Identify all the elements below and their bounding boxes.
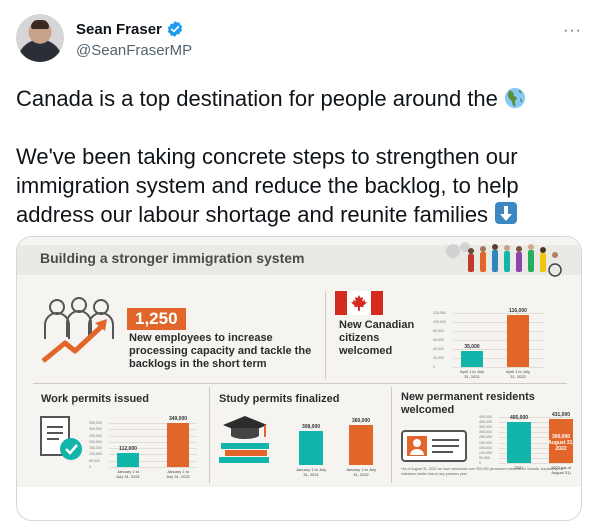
bar [461, 351, 483, 367]
grid-line [453, 331, 543, 332]
grid-line [499, 463, 571, 464]
divider [209, 387, 210, 483]
infographic[interactable]: Building a stronger immigration system 1… [17, 237, 581, 487]
data-label: 360,000 [351, 418, 371, 425]
author-handle[interactable]: @SeanFraserMP [76, 42, 192, 59]
y-tick-label: 400,000 [479, 420, 492, 425]
media-card[interactable]: Building a stronger immigration system 1… [16, 236, 582, 521]
grid-line [453, 367, 543, 368]
y-tick-label: 350,000 [479, 425, 492, 430]
y-tick-label: 450,000 [479, 415, 492, 419]
id-card-icon [401, 430, 467, 462]
down-arrow-icon [495, 202, 518, 224]
people-illustration-icon [446, 242, 562, 277]
y-tick-label: 0 [433, 365, 435, 369]
y-tick-label: 50,000 [89, 458, 100, 463]
y-tick-label: 50,000 [479, 455, 490, 460]
bar [349, 425, 373, 465]
y-tick-label: 300,000 [89, 427, 102, 432]
y-tick-label: 150,000 [89, 446, 102, 451]
y-tick-label: 250,000 [479, 435, 492, 440]
y-tick-label: 150,000 [479, 445, 492, 450]
data-label: 112,000 [119, 445, 137, 452]
bar [117, 452, 139, 467]
x-tick-label: January 1 to July 31, 2022 [345, 467, 377, 477]
y-tick-label: 100,000 [433, 320, 446, 324]
citizens-title: New Canadian citizens welcomed [339, 319, 415, 357]
data-label: 308,000 [301, 424, 321, 431]
verified-badge-icon [167, 21, 183, 37]
data-label: 349,000 [168, 416, 188, 423]
y-tick-label: 300,000 [479, 430, 492, 435]
y-tick-label: 100,000 [479, 450, 492, 455]
x-tick-label: April 1 to July 31, 2022 [505, 369, 530, 379]
residents-title: New permanent residents welcomed [401, 391, 535, 416]
employees-description: New employees to increase processing cap… [129, 332, 312, 370]
y-tick-label: 200,000 [479, 440, 492, 445]
y-tick-label: 120,000 [433, 311, 446, 315]
employees-count: 1,250 [127, 308, 186, 330]
tweet-text-1: Canada is a top destination for people a… [16, 86, 498, 111]
grid-line [453, 340, 543, 341]
author-name[interactable]: Sean Fraser [76, 21, 162, 38]
y-tick-label: 20,000 [433, 356, 444, 360]
x-tick-label: January 1 to July 31, 2021 [116, 469, 140, 479]
y-tick-label: 200,000 [89, 439, 102, 444]
infographic-title: Building a stronger immigration system [40, 250, 305, 266]
x-tick-label: January 1 to July 31, 2022 [166, 469, 190, 479]
y-tick-label: 80,000 [433, 329, 444, 333]
x-tick-label: 2022 (as of August 31) [550, 465, 571, 475]
y-tick-label: 0 [479, 461, 481, 465]
graduation-books-icon [219, 416, 269, 463]
bar [507, 314, 529, 367]
x-tick-label: April 1 to July 31, 2021 [459, 369, 484, 379]
data-label: 35,000 [464, 344, 480, 351]
grid-line [109, 467, 197, 468]
globe-americas-icon [504, 87, 526, 109]
work-title: Work permits issued [41, 393, 149, 405]
sub-label: 300,000 August 31, 2022 [548, 434, 574, 453]
divider [325, 291, 326, 379]
canada-flag-icon [335, 291, 383, 315]
author-row: Sean Fraser [76, 20, 184, 38]
divider [33, 383, 567, 384]
y-tick-label: 350,000 [89, 421, 102, 425]
bar [507, 421, 531, 463]
tweet-text-2: We've been taking concrete steps to stre… [16, 142, 576, 229]
document-check-icon [40, 416, 82, 460]
data-label: 431,000 [551, 411, 571, 418]
x-tick-label: 2021 [514, 465, 524, 470]
y-tick-label: 250,000 [89, 433, 102, 438]
tweet-text-line1: Canada is a top destination for people a… [16, 84, 576, 113]
more-options-icon[interactable]: ··· [563, 22, 582, 40]
y-tick-label: 0 [89, 465, 91, 469]
bar [167, 423, 189, 467]
y-tick-label: 100,000 [89, 452, 102, 457]
y-tick-label: 40,000 [433, 347, 444, 351]
data-label: 405,000 [509, 414, 529, 421]
x-tick-label: January 1 to July 31, 2021 [295, 467, 327, 477]
employees-icon [41, 297, 114, 363]
avatar[interactable] [16, 14, 64, 62]
grid-line [453, 322, 543, 323]
divider [391, 387, 392, 483]
bar [299, 431, 323, 465]
study-title: Study permits finalized [219, 393, 340, 405]
data-label: 116,000 [509, 307, 527, 314]
y-tick-label: 60,000 [433, 338, 444, 342]
tweet-text-2-body: We've been taking concrete steps to stre… [16, 144, 519, 227]
